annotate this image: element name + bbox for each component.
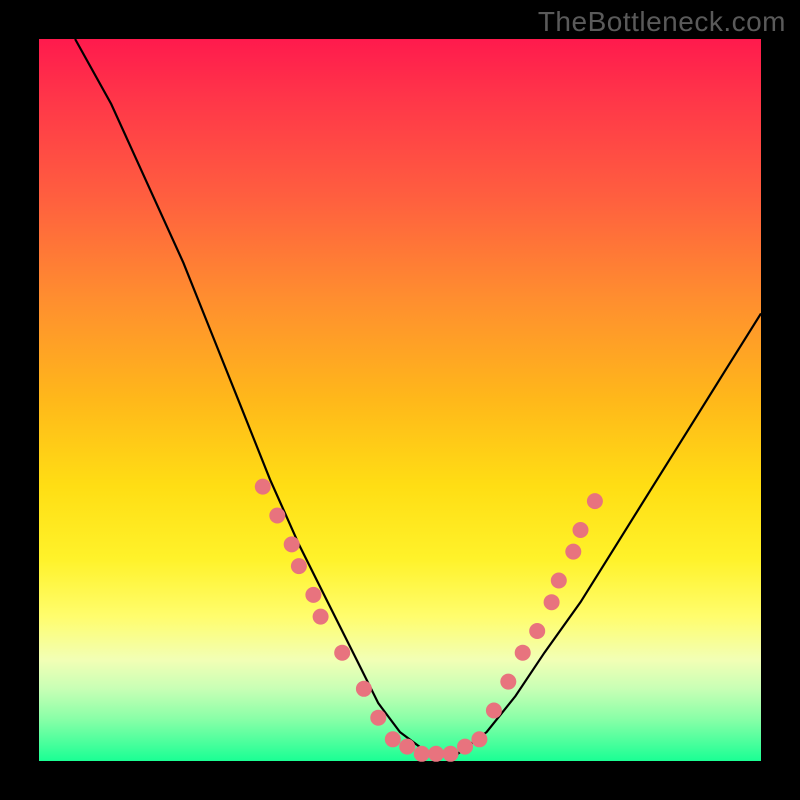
data-point <box>573 522 589 538</box>
data-point <box>565 544 581 560</box>
data-point <box>457 739 473 755</box>
data-point <box>529 623 545 639</box>
watermark-text: TheBottleneck.com <box>538 6 786 38</box>
data-point <box>500 674 516 690</box>
scatter-dots-group <box>255 479 603 762</box>
plot-area <box>39 39 761 761</box>
data-point <box>414 746 430 762</box>
data-point <box>305 587 321 603</box>
data-point <box>551 573 567 589</box>
data-point <box>587 493 603 509</box>
data-point <box>284 536 300 552</box>
data-point <box>385 731 401 747</box>
data-point <box>291 558 307 574</box>
data-point <box>399 739 415 755</box>
data-point <box>471 731 487 747</box>
data-point <box>515 645 531 661</box>
bottleneck-curve-svg <box>39 39 761 761</box>
chart-frame: TheBottleneck.com <box>0 0 800 800</box>
data-point <box>370 710 386 726</box>
data-point <box>443 746 459 762</box>
data-point <box>544 594 560 610</box>
bottleneck-curve-path <box>75 39 761 754</box>
data-point <box>313 609 329 625</box>
data-point <box>255 479 271 495</box>
data-point <box>356 681 372 697</box>
data-point <box>428 746 444 762</box>
data-point <box>334 645 350 661</box>
data-point <box>486 703 502 719</box>
data-point <box>269 508 285 524</box>
